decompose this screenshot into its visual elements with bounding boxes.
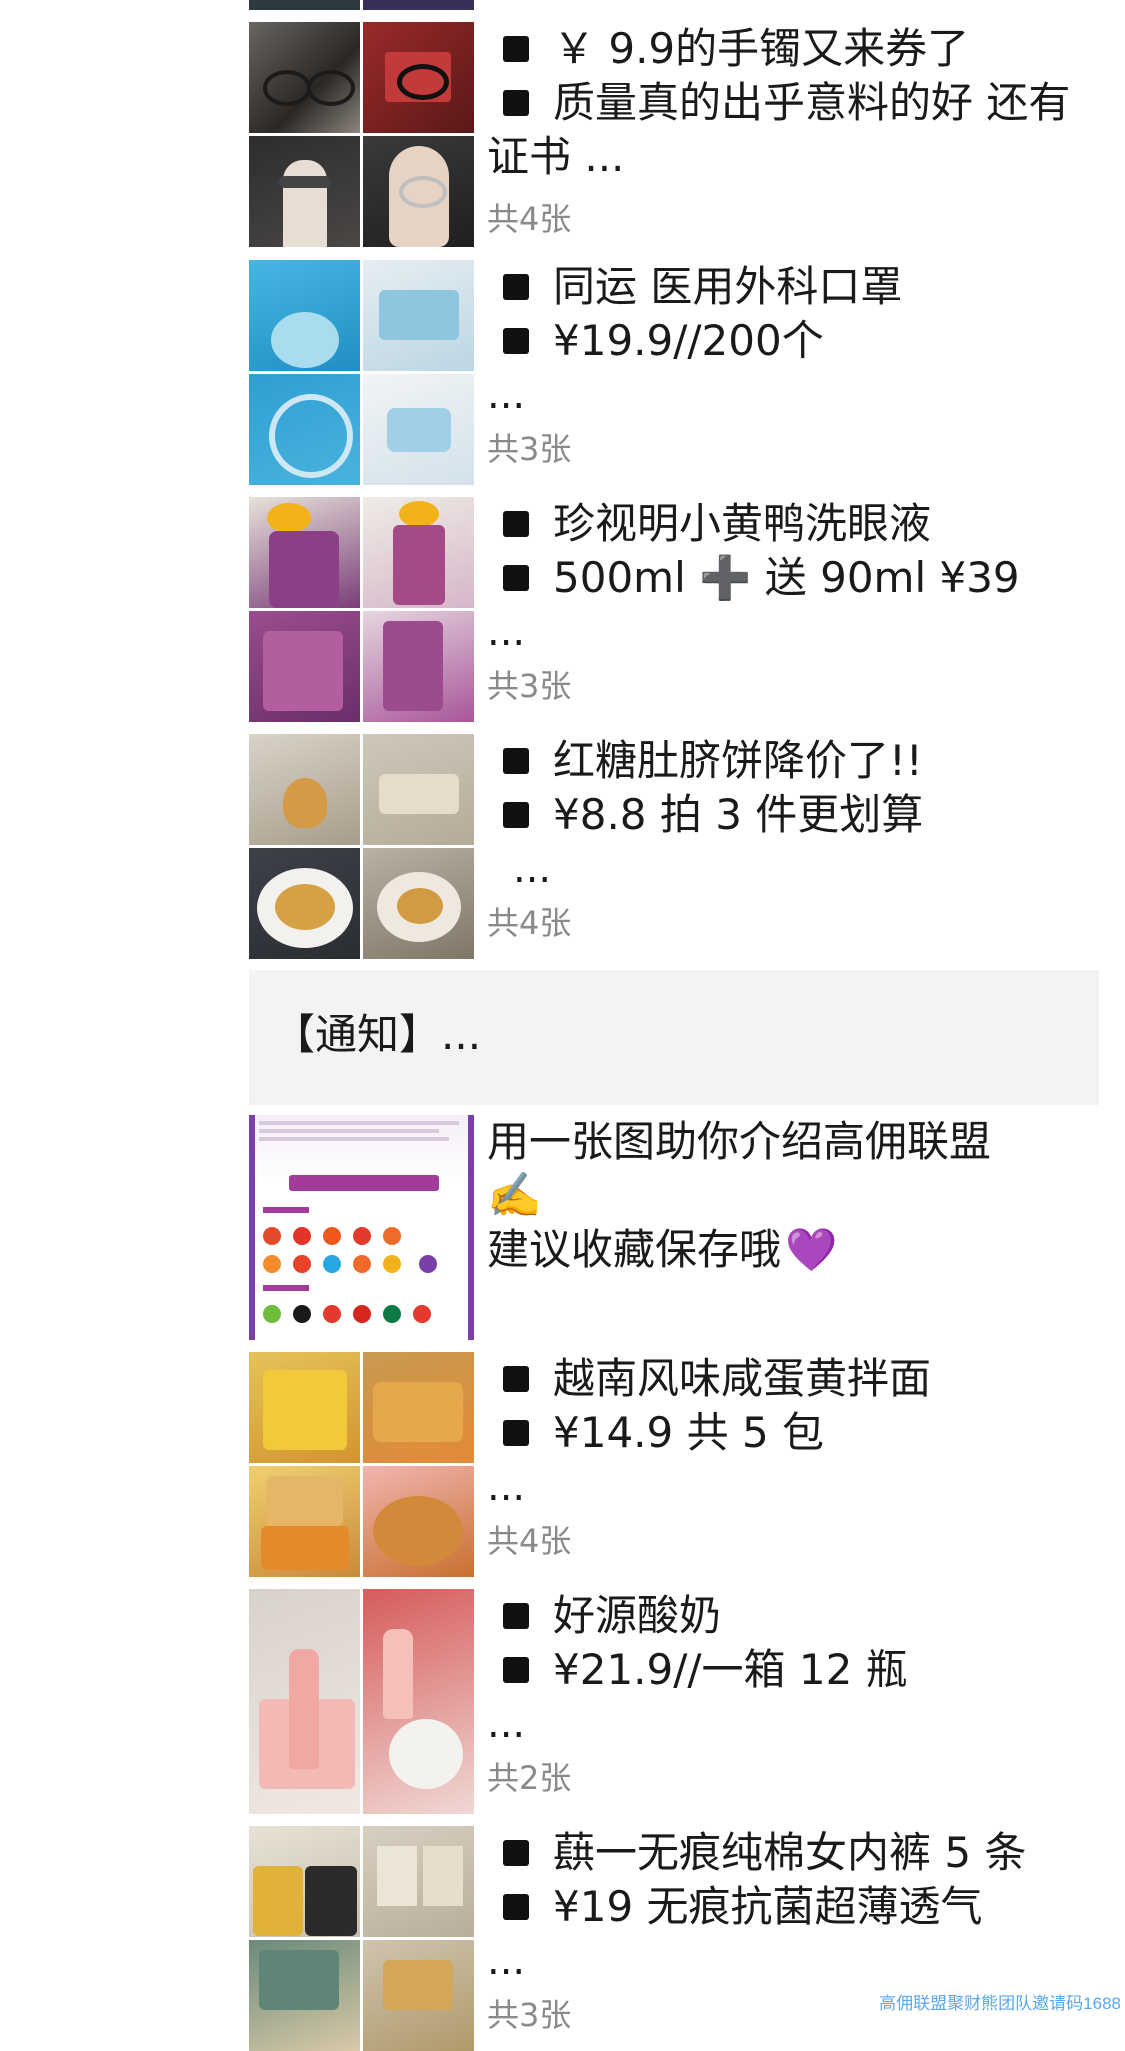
post-text-ellipsis[interactable]: ... [487, 605, 1087, 659]
notice-text: 【通知】... [273, 1010, 482, 1059]
image-count-label: 共4张 [487, 200, 572, 238]
bullet-square-icon [503, 1840, 529, 1866]
thumbnail-grid[interactable] [249, 497, 474, 722]
post-noodles[interactable]: 越南风味咸蛋黄拌面 ¥14.9 共 5 包 ... 共4张 [249, 1352, 1099, 1577]
post-text-line: ¥8.8 拍 3 件更划算 [487, 788, 1087, 842]
image-count-label: 共2张 [487, 1759, 572, 1797]
thumbnail[interactable] [249, 1115, 474, 1340]
post-text-ellipsis[interactable]: ... [487, 1697, 1087, 1751]
post-text-ellipsis[interactable]: ... [487, 368, 1087, 422]
post-text-line: ¥21.9//一箱 12 瓶 [487, 1643, 1087, 1697]
bullet-square-icon [503, 1366, 529, 1392]
watermark-text: 高佣联盟聚财熊团队邀请码1688 [879, 1994, 1121, 2013]
post-text-line: 好源酸奶 [487, 1589, 1087, 1643]
thumbnail[interactable] [363, 136, 474, 247]
post-eyewash[interactable]: 珍视明小黄鸭洗眼液 500ml ➕ 送 90ml ¥39 ... 共3张 [249, 497, 1099, 722]
post-text-line: ¥19.9//200个 [487, 314, 1087, 368]
bullet-square-icon [503, 511, 529, 537]
moments-feed: 共3张 ￥ 9.9的手镯又来券了 质量真的出乎意料的好 还有证书 ... [0, 0, 1125, 2051]
post-text-line: ¥19 无痕抗菌超薄透气 [487, 1880, 1087, 1934]
thumbnail[interactable] [363, 734, 474, 845]
thumbnail[interactable] [363, 260, 474, 371]
thumbnail[interactable] [249, 1940, 360, 2051]
thumbnail[interactable] [249, 1466, 360, 1577]
thumbnail[interactable] [363, 1826, 474, 1937]
thumbnail[interactable] [363, 1352, 474, 1463]
thumbnail-grid[interactable] [249, 22, 474, 247]
post-text-ellipsis[interactable]: ... [487, 1460, 1087, 1514]
bullet-square-icon [503, 1894, 529, 1920]
post-text-line: 蕻一无痕纯棉女内裤 5 条 [487, 1826, 1087, 1880]
thumbnail[interactable] [363, 1589, 474, 1814]
post-yogurt[interactable]: 好源酸奶 ¥21.9//一箱 12 瓶 ... 共2张 [249, 1589, 1099, 1814]
previous-post-thumbnails[interactable] [249, 0, 474, 10]
post-bracelet[interactable]: ￥ 9.9的手镯又来券了 质量真的出乎意料的好 还有证书 ... 共4张 [249, 22, 1099, 247]
bullet-square-icon [503, 748, 529, 774]
thumbnail[interactable] [363, 1466, 474, 1577]
writing-hand-icon: ✍️ [487, 1170, 542, 1221]
image-count-label: 共3张 [487, 667, 572, 705]
thumbnail[interactable] [249, 136, 360, 247]
image-count-label: 共3张 [487, 430, 572, 468]
thumbnail[interactable] [363, 374, 474, 485]
thumbnail-grid[interactable] [249, 1589, 474, 1814]
bullet-square-icon [503, 36, 529, 62]
thumbnail-grid[interactable] [249, 1826, 474, 2051]
bullet-square-icon [503, 274, 529, 300]
post-cookies[interactable]: 红糖肚脐饼降价了!! ¥8.8 拍 3 件更划算 ... 共4张 [249, 734, 1099, 959]
thumbnail[interactable] [249, 374, 360, 485]
thumbnail[interactable] [363, 848, 474, 959]
notice-card[interactable]: 【通知】... [249, 970, 1099, 1105]
post-text-line: 500ml ➕ 送 90ml ¥39 [487, 551, 1087, 605]
purple-heart-icon: 💜 [785, 1225, 838, 1274]
thumbnail[interactable] [249, 0, 360, 10]
image-count-label: 共4张 [487, 904, 572, 942]
bullet-square-icon [503, 1420, 529, 1446]
thumbnail[interactable] [249, 260, 360, 371]
thumbnail[interactable] [249, 22, 360, 133]
image-count-label: 共3张 [487, 0, 571, 12]
thumbnail[interactable] [363, 22, 474, 133]
post-text-line: 同运 医用外科口罩 [487, 260, 1087, 314]
post-text-line: 越南风味咸蛋黄拌面 [487, 1352, 1087, 1406]
bullet-square-icon [503, 1657, 529, 1683]
post-text-line: ￥ 9.9的手镯又来券了 [487, 22, 1087, 76]
bullet-square-icon [503, 328, 529, 354]
thumbnail[interactable] [249, 1826, 360, 1937]
bullet-square-icon [503, 565, 529, 591]
post-text-line: 质量真的出乎意料的好 还有证书 ... [487, 78, 1071, 181]
thumbnail-grid[interactable] [249, 260, 474, 485]
bullet-square-icon [503, 1603, 529, 1629]
thumbnail-grid[interactable] [249, 1352, 474, 1577]
thumbnail[interactable] [249, 848, 360, 959]
post-text-line: 建议收藏保存哦 💜 [487, 1223, 1087, 1277]
bullet-square-icon [503, 89, 529, 116]
post-text-line: 珍视明小黄鸭洗眼液 [487, 497, 1087, 551]
bullet-square-icon [503, 802, 529, 828]
thumbnail[interactable] [249, 1352, 360, 1463]
thumbnail[interactable] [363, 611, 474, 722]
thumbnail[interactable] [363, 497, 474, 608]
thumbnail[interactable] [249, 1589, 360, 1814]
thumbnail[interactable] [249, 611, 360, 722]
post-text-ellipsis[interactable]: ... [487, 1934, 1087, 1988]
post-text-line: 红糖肚脐饼降价了!! [487, 734, 1087, 788]
post-text-line: ¥14.9 共 5 包 [487, 1406, 1087, 1460]
post-masks[interactable]: 同运 医用外科口罩 ¥19.9//200个 ... 共3张 [249, 260, 1099, 485]
thumbnail-grid[interactable] [249, 734, 474, 959]
post-text-line: 用一张图助你介绍高佣联盟 [487, 1117, 992, 1166]
post-intro[interactable]: 用一张图助你介绍高佣联盟 ✍️ 建议收藏保存哦 💜 [249, 1115, 1099, 1340]
image-count-label: 共4张 [487, 1522, 572, 1560]
thumbnail[interactable] [363, 0, 474, 10]
thumbnail[interactable] [249, 734, 360, 845]
post-text-ellipsis[interactable]: ... [487, 842, 1087, 896]
thumbnail[interactable] [249, 497, 360, 608]
thumbnail[interactable] [363, 1940, 474, 2051]
